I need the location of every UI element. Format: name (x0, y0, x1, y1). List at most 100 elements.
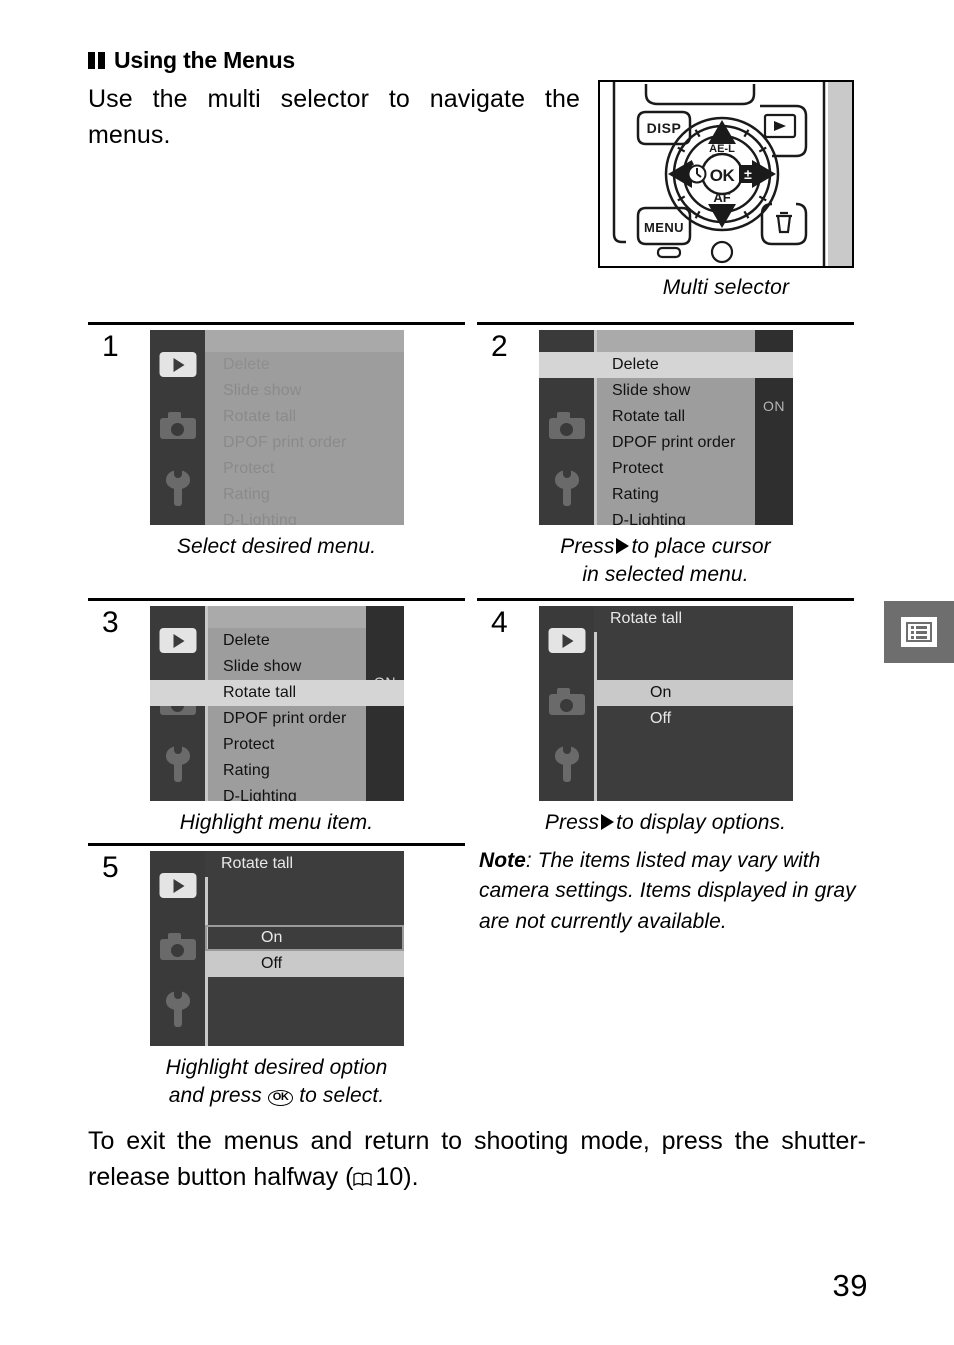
menu-item[interactable]: Rating (594, 482, 755, 508)
step-3-lcd-screen: Delete Slide show Rotate tall DPOF print… (150, 606, 404, 801)
menu-item-label: Rating (223, 486, 270, 503)
multi-selector-illustration: DISP MENU AE-L AF OK ± (598, 80, 854, 268)
lcd-sidebar (150, 851, 205, 1046)
lcd-option-panel: Rotate tall On Off (594, 606, 793, 801)
playback-menu-icon (159, 873, 196, 898)
figure-caption: Multi selector (662, 276, 790, 299)
menu-item-label: Delete (612, 356, 659, 373)
menu-items: Delete Slide show Rotate tall DPOF print… (539, 352, 793, 525)
menu-item[interactable]: D-Lighting (594, 508, 755, 525)
menu-item-label: Protect (223, 736, 275, 753)
option-item-selected[interactable]: On (594, 680, 793, 706)
step-5-caption: Highlight desired option and press OK to… (88, 1054, 465, 1109)
multi-selector-figure: DISP MENU AE-L AF OK ± Multi selector (598, 80, 854, 300)
step-2-lcd-screen: Delete Slide show Rotate tall DPOF print… (539, 330, 793, 525)
menu-item-label: Delete (223, 632, 270, 649)
step-5-number: 5 (102, 851, 119, 884)
menu-item-label: Rating (223, 762, 270, 779)
menu-item-label: DPOF print order (612, 434, 736, 451)
step-4-caption-post: to display options. (616, 811, 787, 834)
section-header: Using the Menus Use the multi selector t… (88, 47, 588, 153)
note-separator: : (525, 849, 538, 872)
playback-menu-icon (548, 628, 585, 653)
option-item-current[interactable]: On (205, 925, 404, 951)
right-arrow-icon (616, 538, 630, 554)
menu-item: Protect (205, 456, 404, 482)
menu-item-label: Rotate tall (223, 408, 297, 425)
playback-menu-icon (159, 628, 196, 653)
lcd-top-band (205, 606, 366, 628)
menu-item-label: Rotate tall (223, 684, 297, 701)
lcd-menu-list: Delete Slide show Rotate tall DPOF print… (539, 330, 793, 525)
lcd-sidebar (150, 330, 205, 525)
step-5-caption-pre: and press (168, 1083, 262, 1107)
setup-menu-icon (553, 743, 581, 782)
option-item-selected[interactable]: Off (205, 951, 404, 977)
menu-item-label: D-Lighting (223, 788, 297, 801)
step-2-caption-line2: in selected menu. (582, 562, 749, 586)
step-2-caption: Press to place cursor in selected menu. (477, 533, 854, 588)
lcd-menu-list: Delete Slide show Rotate tall DPOF print… (205, 330, 404, 525)
menu-item-label: D-Lighting (612, 512, 686, 525)
chapter-tab (884, 601, 954, 663)
menu-item[interactable]: Slide show (205, 654, 366, 680)
setup-menu-icon (553, 467, 581, 506)
option-item-label: Off (650, 710, 672, 727)
note-label: Note (479, 849, 526, 872)
option-item[interactable]: Off (594, 706, 793, 732)
svg-text:MENU: MENU (644, 220, 684, 235)
option-items: On Off (594, 680, 793, 732)
lcd-top-band (205, 330, 404, 352)
menu-item[interactable]: Slide show (594, 378, 755, 404)
step-2-caption-pre: Press (560, 535, 615, 558)
menu-item[interactable]: DPOF print order (594, 430, 755, 456)
lcd-top-band (594, 330, 755, 352)
menu-item-label: Slide show (223, 382, 302, 399)
divider-row2-right (477, 598, 854, 601)
menu-item[interactable]: DPOF print order (205, 706, 366, 732)
closing-text-after: ). (403, 1162, 419, 1191)
svg-text:DISP: DISP (647, 120, 682, 136)
menu-item-label: Rotate tall (612, 408, 686, 425)
shooting-menu-icon (548, 688, 585, 715)
step-2: 2 Delete Slide show Rotate tall DPOF pri… (477, 330, 854, 590)
menu-item: DPOF print order (205, 430, 404, 456)
section-bullet-icon (88, 52, 105, 70)
step-5-caption-post: to select. (299, 1083, 385, 1107)
svg-text:OK: OK (710, 166, 736, 185)
lcd-option-panel: Rotate tall On Off (205, 851, 404, 1046)
shooting-menu-icon (548, 412, 585, 439)
menu-item-label: D-Lighting (223, 512, 297, 525)
menu-item[interactable]: Protect (205, 732, 366, 758)
step-4-number: 4 (491, 606, 508, 639)
setup-menu-icon (164, 743, 192, 782)
lcd-sidebar (539, 606, 594, 801)
menu-item[interactable]: Delete (205, 628, 366, 654)
lcd-menu-list: Delete Slide show Rotate tall DPOF print… (150, 606, 404, 801)
step-1-caption: Select desired menu. (176, 535, 377, 558)
step-1: 1 Delete Slide show Rotate tall DPOF pri… (88, 330, 465, 590)
option-screen-title: Rotate tall (205, 851, 404, 877)
setup-menu-icon (164, 988, 192, 1027)
step-2-caption-post: to place cursor (631, 535, 771, 558)
menu-items: Delete Slide show Rotate tall DPOF print… (205, 352, 404, 525)
option-screen-title: Rotate tall (594, 606, 793, 632)
step-1-lcd-screen: Delete Slide show Rotate tall DPOF print… (150, 330, 404, 525)
menu-item[interactable]: D-Lighting (205, 784, 366, 801)
menu-item-selected[interactable]: Rotate tall (150, 680, 404, 706)
manual-reference-icon (353, 1172, 373, 1187)
option-item-label: Off (261, 955, 283, 972)
section-title-text: Using the Menus (114, 47, 296, 73)
menu-item[interactable]: Protect (594, 456, 755, 482)
divider-row1-left (88, 322, 465, 325)
menu-item[interactable]: Rating (205, 758, 366, 784)
playback-menu-icon (159, 352, 196, 377)
step-5-caption-line1: Highlight desired option (165, 1056, 388, 1079)
menu-item: D-Lighting (205, 508, 404, 525)
menu-value: ON (763, 398, 785, 414)
menu-item: Delete (205, 352, 404, 378)
menu-item[interactable]: Rotate tall (594, 404, 755, 430)
section-title: Using the Menus (88, 47, 588, 73)
menu-item-selected[interactable]: Delete (539, 352, 793, 378)
menu-item: Rating (205, 482, 404, 508)
